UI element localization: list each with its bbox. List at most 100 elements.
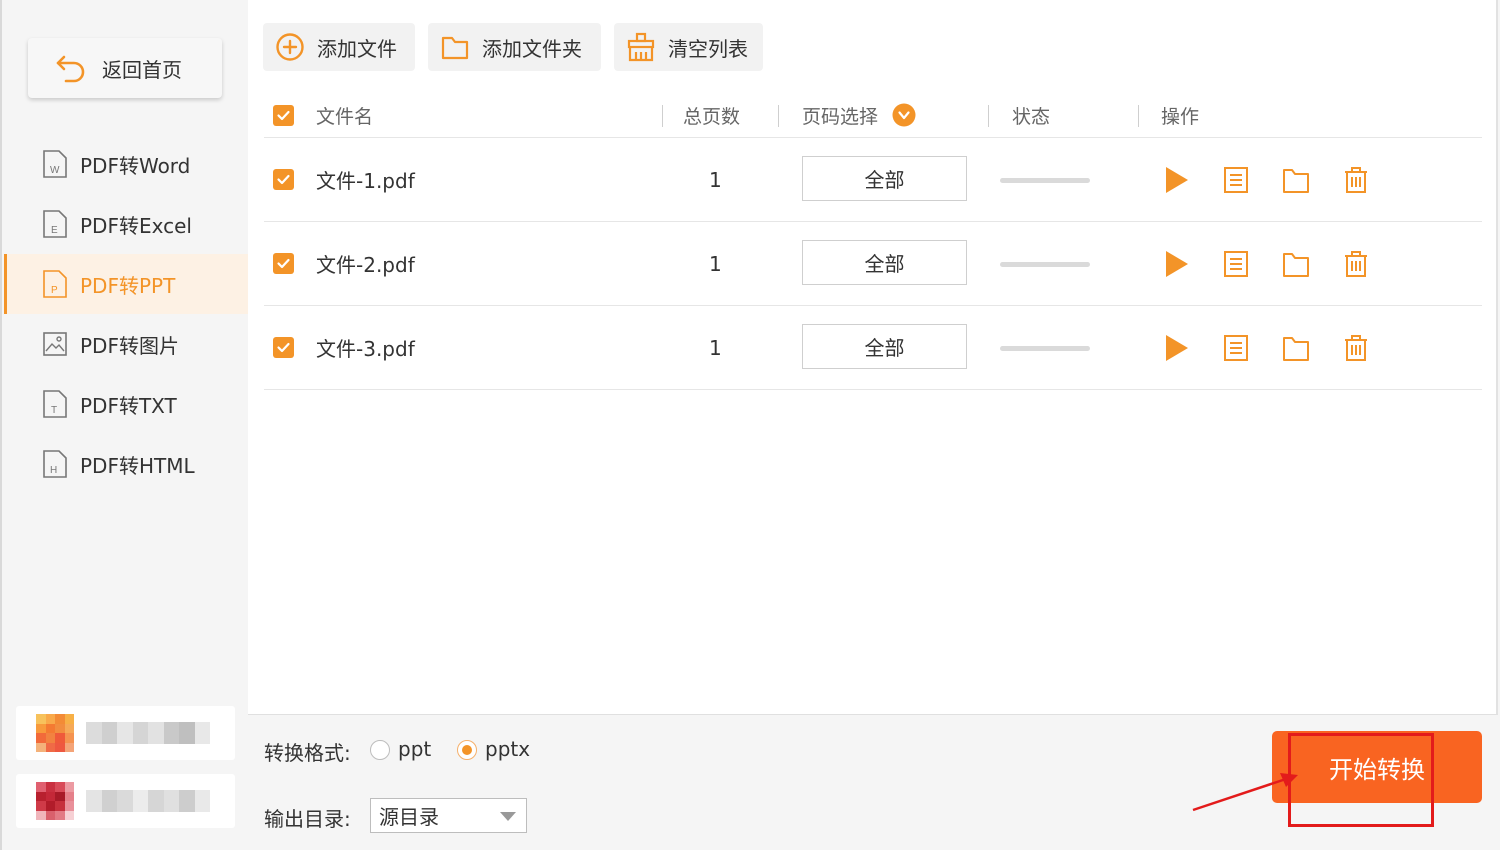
play-icon (1166, 167, 1188, 193)
broom-icon (627, 32, 655, 62)
svg-text:T: T (51, 405, 57, 416)
open-folder-button[interactable] (1280, 332, 1312, 364)
play-icon (1166, 251, 1188, 277)
sidebar-item-pdf-to-ppt[interactable]: P PDF转PPT (4, 254, 248, 314)
check-icon (277, 110, 290, 120)
add-file-button[interactable]: 添加文件 (263, 23, 415, 71)
add-circle-icon (276, 33, 304, 61)
image-icon (43, 332, 67, 356)
delete-button[interactable] (1340, 332, 1372, 364)
output-dir-value: 源目录 (379, 805, 439, 829)
txt-doc-icon: T (43, 390, 67, 418)
sidebar-item-pdf-to-image[interactable]: PDF转图片 (4, 314, 248, 374)
row-checkbox-cell (273, 138, 294, 221)
app-logo-icon (36, 714, 74, 752)
html-doc-icon: H (43, 450, 67, 478)
back-arrow-icon (56, 55, 85, 83)
header-page-select: 页码选择 (802, 92, 916, 138)
format-option-pptx: pptx (485, 737, 531, 761)
svg-text:E: E (51, 225, 58, 236)
row-checkbox[interactable] (273, 253, 294, 274)
format-radio-ppt[interactable] (370, 740, 390, 760)
preview-button[interactable] (1220, 248, 1252, 280)
table-row: 文件-2.pdf 1 全部 (264, 222, 1482, 306)
trash-icon (1345, 167, 1367, 193)
open-folder-button[interactable] (1280, 164, 1312, 196)
sidebar-item-label: PDF转TXT (80, 393, 177, 418)
sidebar-item-pdf-to-word[interactable]: W PDF转Word (4, 134, 248, 194)
check-icon (277, 342, 290, 353)
sidebar-item-label: PDF转Excel (80, 213, 192, 238)
folder-icon (1283, 169, 1309, 193)
svg-text:P: P (51, 285, 58, 296)
delete-button[interactable] (1340, 248, 1372, 280)
preview-button[interactable] (1220, 332, 1252, 364)
page-select-input[interactable]: 全部 (802, 156, 967, 201)
play-icon (1166, 335, 1188, 361)
dropdown-arrow-icon (500, 812, 516, 821)
check-icon (277, 174, 290, 185)
page-select-input[interactable]: 全部 (802, 324, 967, 369)
header-filename: 文件名 (316, 105, 374, 128)
preview-button[interactable] (1220, 164, 1252, 196)
header-actions: 操作 (1161, 105, 1200, 128)
select-all-checkbox[interactable] (273, 104, 294, 126)
header-status: 状态 (1012, 105, 1051, 128)
output-dir-label: 输出目录: (264, 807, 351, 831)
excel-doc-icon: E (43, 210, 67, 238)
document-lines-icon (1224, 335, 1248, 361)
sidebar-item-pdf-to-txt[interactable]: T PDF转TXT (4, 374, 248, 434)
sidebar-item-label: PDF转PPT (80, 273, 176, 298)
folder-icon (441, 36, 469, 60)
file-name: 文件-3.pdf (316, 337, 415, 361)
add-file-label: 添加文件 (317, 36, 397, 61)
header-page-select-label: 页码选择 (802, 105, 879, 128)
column-divider (662, 105, 663, 127)
document-lines-icon (1224, 251, 1248, 277)
svg-text:H: H (50, 465, 57, 476)
promo-app-1[interactable] (16, 706, 235, 760)
add-folder-label: 添加文件夹 (482, 36, 582, 61)
trash-icon (1345, 335, 1367, 361)
row-checkbox-cell (273, 222, 294, 305)
convert-play-button[interactable] (1160, 332, 1192, 364)
status-progress-bar (1000, 178, 1090, 183)
sidebar-item-label: PDF转HTML (80, 453, 195, 478)
format-label: 转换格式: (264, 741, 351, 765)
sidebar: 返回首页 W PDF转Word E PDF转Excel P PDF转PPT PD… (0, 0, 248, 850)
sidebar-item-pdf-to-excel[interactable]: E PDF转Excel (4, 194, 248, 254)
main-panel: 添加文件 添加文件夹 清空列表 文件名 总页数 页码选择 状态 操作 文件-1.… (248, 0, 1498, 850)
promo-app-2[interactable] (16, 774, 235, 828)
row-checkbox[interactable] (273, 337, 294, 358)
output-dir-select[interactable]: 源目录 (370, 798, 527, 833)
page-select-input[interactable]: 全部 (802, 240, 967, 285)
chevron-down-badge-icon[interactable] (892, 103, 916, 127)
convert-play-button[interactable] (1160, 248, 1192, 280)
sidebar-item-pdf-to-html[interactable]: H PDF转HTML (4, 434, 248, 494)
add-folder-button[interactable]: 添加文件夹 (428, 23, 601, 71)
column-divider (988, 105, 989, 127)
start-convert-button[interactable]: 开始转换 (1272, 731, 1482, 803)
svg-text:W: W (50, 165, 60, 176)
table-row: 文件-3.pdf 1 全部 (264, 306, 1482, 390)
back-home-button[interactable]: 返回首页 (28, 38, 222, 98)
back-home-label: 返回首页 (102, 57, 182, 82)
document-lines-icon (1224, 167, 1248, 193)
page-count: 1 (709, 335, 722, 360)
status-progress-bar (1000, 346, 1090, 351)
column-divider (778, 105, 779, 127)
blurred-app-name (86, 790, 210, 812)
row-checkbox-cell (273, 306, 294, 389)
format-radio-pptx[interactable] (457, 740, 477, 760)
delete-button[interactable] (1340, 164, 1372, 196)
sidebar-item-label: PDF转图片 (80, 333, 179, 358)
select-all-cell (273, 92, 294, 138)
convert-play-button[interactable] (1160, 164, 1192, 196)
file-name: 文件-2.pdf (316, 253, 415, 277)
page-count: 1 (709, 251, 722, 276)
folder-icon (1283, 253, 1309, 277)
header-total-pages: 总页数 (683, 105, 741, 128)
open-folder-button[interactable] (1280, 248, 1312, 280)
clear-list-button[interactable]: 清空列表 (614, 23, 763, 71)
row-checkbox[interactable] (273, 169, 294, 190)
